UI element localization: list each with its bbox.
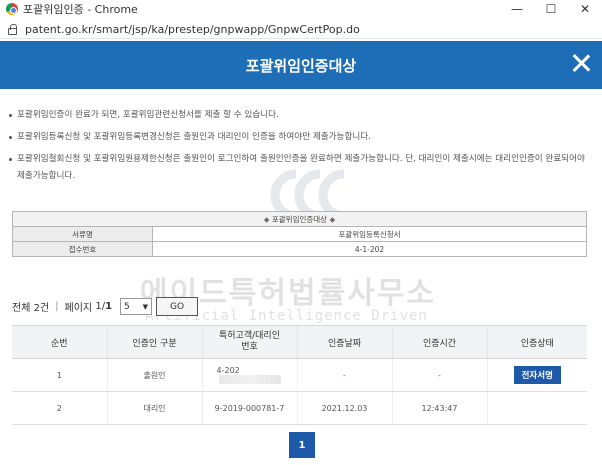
notice-item: 포괄위임인증이 완료가 되면, 포괄위임관련신청서를 제출 할 수 있습니다. [9,107,594,124]
cert-target-table: ◈ 포괄위임인증대상 ◈ 서류명 포괄위임등록신청서 접수번호 4-1-202 [12,211,587,257]
redacted-blur [218,375,281,384]
popup-header: 포괄위임인증대상 [0,41,602,89]
row-status [486,391,587,425]
col-header-status: 인증상태 [486,325,587,359]
chevron-down-icon: ▼ [142,302,149,311]
close-window-button[interactable]: ✕ [568,0,602,18]
col-header-no: 순번 [12,325,107,359]
row-date: 2021.12.03 [296,391,392,425]
e-signature-button[interactable]: 전자서명 [513,366,561,384]
cert-list-table: 순번 인증인 구분 특허고객/대리인번호 인증날짜 인증시간 인증상태 1 출원… [12,325,587,425]
total-count: 전체 2건 [12,303,50,314]
row-type: 출원인 [106,358,202,392]
row-number: 4-202 [201,358,297,392]
table-caption: ◈ 포괄위임인증대상 ◈ [12,211,587,227]
page-title: 포괄위임인증대상 [245,56,357,75]
table-row: 1 출원인 4-202 - - 전자서명 [12,358,587,392]
window-controls: — ☐ ✕ [500,0,602,18]
table-row: 접수번호 4-1-202 [12,241,587,257]
doc-name-label: 서류명 [12,226,153,242]
notice-item: 포괄위임등록신청 및 포괄위임등록변경신청은 출원인과 대리인이 인증을 하여야… [9,129,594,146]
col-header-type: 인증인 구분 [106,325,202,359]
page-label: 페이지 [64,303,93,314]
col-header-number: 특허고객/대리인번호 [201,325,297,359]
row-no: 2 [12,391,107,425]
go-button[interactable]: GO [156,297,199,316]
row-status: 전자서명 [486,358,587,392]
page-total: 1 [105,301,113,312]
col-header-time: 인증시간 [391,325,487,359]
lock-icon [8,23,17,35]
divider: | [55,301,59,312]
notice-list: 포괄위임인증이 완료가 되면, 포괄위임관련신청서를 제출 할 수 있습니다. … [9,107,594,190]
table-header-row: 순번 인증인 구분 특허고객/대리인번호 인증날짜 인증시간 인증상태 [12,325,587,359]
doc-name-value: 포괄위임등록신청서 [152,226,587,242]
address-bar[interactable]: patent.go.kr/smart/jsp/ka/prestep/gnpwap… [0,20,602,39]
minimize-button[interactable]: — [500,0,534,18]
row-time: - [391,358,487,392]
row-no: 1 [12,358,107,392]
window-title: 포괄위임인증 - Chrome [23,3,138,16]
maximize-button[interactable]: ☐ [534,0,568,18]
row-number: 9-2019-000781-7 [201,391,297,425]
pagination-page-1[interactable]: 1 [289,432,315,458]
chrome-icon [6,3,18,15]
page-size-value: 5 [124,301,130,312]
row-type: 대리인 [106,391,202,425]
row-number-text: 4-202 [216,366,240,375]
notice-item: 포괄위임철회신청 및 포괄위임원용제한신청은 출원인이 로그인하여 출원인인증을… [9,151,594,185]
table-row: 서류명 포괄위임등록신청서 [12,226,587,242]
window-titlebar: 포괄위임인증 - Chrome — ☐ ✕ [0,0,602,18]
page-current: 1 [95,301,102,312]
col-header-date: 인증날짜 [296,325,392,359]
close-icon[interactable] [570,52,592,74]
pager-bar: 전체 2건 | 페이지 1/1 5 ▼ GO [12,297,199,316]
receipt-number-label: 접수번호 [12,241,153,257]
row-time: 12:43:47 [391,391,487,425]
table-row: 2 대리인 9-2019-000781-7 2021.12.03 12:43:4… [12,391,587,425]
row-date: - [296,358,392,392]
page-size-select[interactable]: 5 ▼ [120,298,153,315]
receipt-number-value: 4-1-202 [152,241,587,257]
url-text: patent.go.kr/smart/jsp/ka/prestep/gnpwap… [25,22,360,36]
